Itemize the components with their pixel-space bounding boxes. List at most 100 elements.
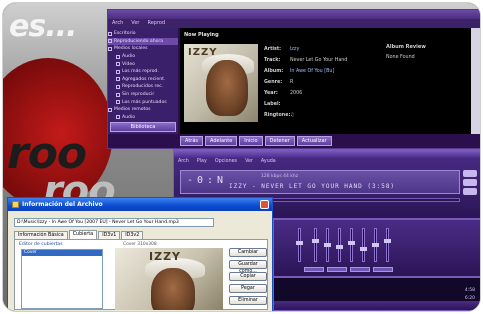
tree-item[interactable]: Sin reproducir: [108, 91, 178, 99]
tree-item-label: Medios locales: [114, 46, 148, 52]
eq-slider-knob[interactable]: [372, 243, 379, 247]
eq-slider-knob[interactable]: [336, 245, 343, 249]
eq-slider-knob[interactable]: [360, 247, 367, 251]
cover-title: IZZY: [188, 47, 218, 58]
info-row: Album: In Awe Of You [Bu]: [264, 66, 374, 77]
menu-item[interactable]: Play: [197, 158, 207, 166]
cover-preview: IZZY: [115, 248, 223, 310]
delete-button[interactable]: Eliminar: [229, 296, 267, 305]
forward-button[interactable]: Adelante: [205, 136, 238, 146]
info-row: Artist: Izzy: [264, 44, 374, 55]
tab-id3v1[interactable]: ID3v1: [98, 231, 121, 239]
tree-item[interactable]: Reproducidos rec.: [108, 83, 178, 91]
playlist-icon: [116, 77, 120, 82]
audio-icon: [116, 54, 120, 59]
eq-slider[interactable]: [384, 228, 391, 262]
info-key: Track:: [264, 58, 281, 63]
eq-slider-knob[interactable]: [312, 239, 319, 243]
info-row: Track: Never Let Go Your Hand: [264, 55, 374, 66]
player-display: -0:N 128 kbps 44 khz IZZY - NEVER LET GO…: [180, 170, 460, 194]
album-link[interactable]: In Awe Of You [Bu]: [290, 69, 334, 74]
tree-item[interactable]: Escritorio: [108, 30, 178, 38]
tree-item[interactable]: Los más reprod.: [108, 68, 178, 76]
eq-slider-knob[interactable]: [296, 241, 303, 245]
eq-slider[interactable]: [336, 228, 343, 262]
tree-item-label: Los más reprod.: [122, 69, 159, 75]
eq-preset-button[interactable]: [373, 267, 393, 272]
playlist-toggle-button[interactable]: [463, 179, 477, 186]
cover-editor-label: Editor de cubiertas: [19, 242, 63, 247]
tree-item-label: Vídeo: [122, 61, 135, 67]
tree-item[interactable]: Agregados recient.: [108, 76, 178, 84]
tree-item[interactable]: Reproduciendo ahora: [108, 37, 178, 46]
menu-item[interactable]: Arch: [112, 19, 123, 28]
shuffle-button[interactable]: [463, 188, 477, 195]
tree-item[interactable]: Los más puntuados: [108, 98, 178, 106]
info-key: Year:: [264, 91, 278, 96]
eq-slider-knob[interactable]: [384, 239, 391, 243]
tab-cover[interactable]: Cubierta: [68, 230, 98, 239]
vertical-scrollbar[interactable]: [471, 28, 480, 134]
bitrate-display: 128 kbps 44 khz: [261, 174, 299, 179]
side-buttons: [463, 170, 477, 197]
menu-item[interactable]: Reprod: [147, 19, 165, 28]
eq-slider-knob[interactable]: [324, 243, 331, 247]
menu-item[interactable]: Arch: [178, 158, 189, 166]
eq-preset-button[interactable]: [327, 267, 347, 272]
eq-slider[interactable]: [324, 228, 331, 262]
playlist-icon: [116, 92, 120, 97]
home-button[interactable]: Inicio: [239, 136, 263, 146]
tree-item[interactable]: Medios remotos: [108, 106, 178, 114]
close-icon[interactable]: [260, 200, 269, 209]
info-row: Ringtone: ♫: [264, 110, 374, 121]
eq-slider[interactable]: [360, 228, 367, 262]
tree-item[interactable]: Medios locales: [108, 45, 178, 53]
ringtone-icon[interactable]: ♫: [290, 113, 294, 118]
library-button[interactable]: Biblioteca: [110, 122, 176, 132]
menu-item[interactable]: Ver: [131, 19, 139, 28]
eq-slider[interactable]: [348, 228, 355, 262]
artist-link[interactable]: Izzy: [290, 47, 299, 52]
change-button[interactable]: Cambiar: [229, 248, 267, 257]
tree-item[interactable]: Vídeo: [108, 60, 178, 68]
tree-item[interactable]: Audio: [108, 53, 178, 61]
eq-slider[interactable]: [312, 228, 319, 262]
back-button[interactable]: Atrás: [180, 136, 204, 146]
tree-item[interactable]: Audio: [108, 114, 178, 122]
eq-slider-knob[interactable]: [348, 241, 355, 245]
info-row: Genre: R: [264, 77, 374, 88]
refresh-button[interactable]: Actualizar: [296, 136, 332, 146]
eq-toggle-button[interactable]: [463, 170, 477, 177]
eq-preset-button[interactable]: [304, 267, 324, 272]
review-value: None Found: [386, 55, 415, 60]
dialog-titlebar[interactable]: Información del Archivo: [8, 198, 272, 211]
tab-id3v2[interactable]: ID3v2: [121, 231, 144, 239]
player-titlebar[interactable]: [108, 10, 480, 19]
menu-item[interactable]: Opciones: [215, 158, 237, 166]
album-review: Album Review None Found: [386, 44, 426, 60]
eq-slider[interactable]: [372, 228, 379, 262]
playlist-icon: [116, 100, 120, 105]
file-path-field[interactable]: D:\Music\Izzy - In Awe Of You [2007 EU] …: [14, 218, 214, 227]
eq-slider[interactable]: [296, 228, 303, 262]
eq-preset-button[interactable]: [350, 267, 370, 272]
menu-item[interactable]: Ver: [245, 158, 253, 166]
track-info: Artist: Izzy Track: Never Let Go Your Hand…: [264, 44, 374, 121]
now-playing-heading: Now Playing: [184, 32, 219, 38]
playlist-icon: [116, 84, 120, 89]
info-value: 2006: [290, 91, 303, 96]
stop-button[interactable]: Detener: [264, 136, 295, 146]
playlist-controls[interactable]: [274, 301, 480, 310]
folder-icon: [108, 46, 112, 51]
list-item[interactable]: Cover: [22, 250, 102, 256]
file-info-dialog: Información del Archivo D:\Music\Izzy - …: [7, 197, 273, 311]
cover-list[interactable]: Cover: [21, 249, 103, 309]
copy-button[interactable]: Copiar: [229, 272, 267, 281]
paste-button[interactable]: Pegar: [229, 284, 267, 293]
info-key: Artist:: [264, 47, 282, 52]
menu-item[interactable]: Ayuda: [261, 158, 276, 166]
info-key: Album:: [264, 69, 284, 74]
mini-player-titlebar[interactable]: [174, 150, 480, 158]
tab-basic-info[interactable]: Información Básica: [14, 231, 68, 239]
save-as-button[interactable]: Guardar como...: [229, 260, 267, 274]
